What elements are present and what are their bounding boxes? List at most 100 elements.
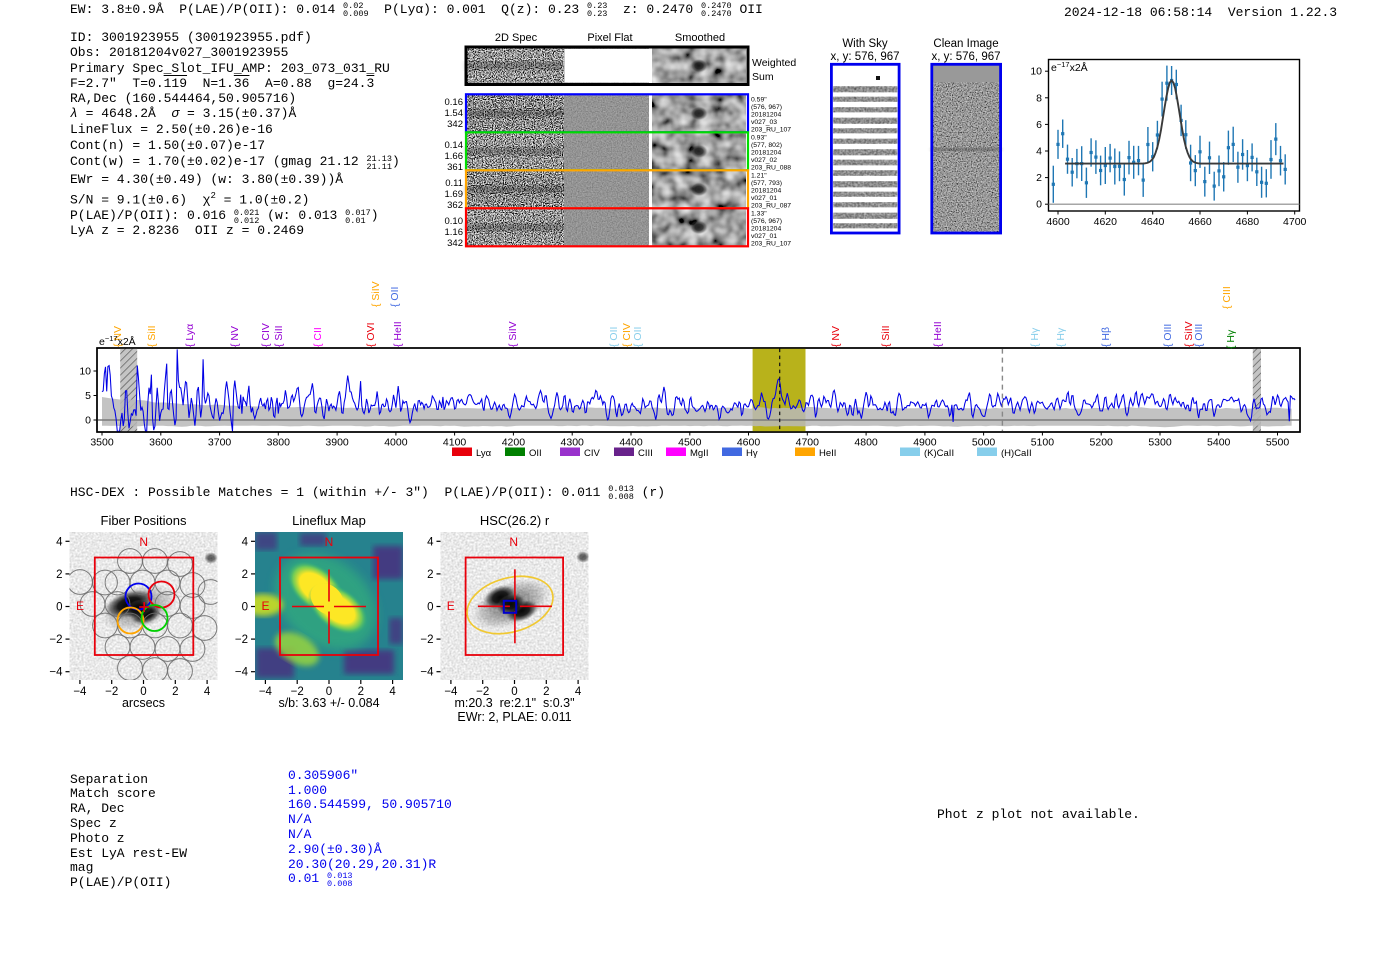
svg-text:4660: 4660 xyxy=(1188,216,1212,228)
svg-text:5: 5 xyxy=(85,390,91,402)
svg-text:{ HeII: { HeII xyxy=(392,321,404,347)
svg-text:4640: 4640 xyxy=(1141,216,1165,228)
svg-text:Pixel Flat: Pixel Flat xyxy=(587,32,632,44)
svg-text:1.54: 1.54 xyxy=(445,108,464,119)
svg-text:(H)CaII: (H)CaII xyxy=(1001,448,1032,459)
svg-text:OII: OII xyxy=(529,448,542,459)
svg-text:v027_01: v027_01 xyxy=(751,195,777,202)
svg-text:4200: 4200 xyxy=(502,437,526,449)
svg-text:4400: 4400 xyxy=(619,437,643,449)
svg-text:0: 0 xyxy=(242,602,248,614)
svg-text:{ NV: { NV xyxy=(830,326,842,347)
svg-text:342: 342 xyxy=(447,238,463,249)
svg-text:1.69: 1.69 xyxy=(445,189,464,200)
svg-text:−4: −4 xyxy=(49,667,63,679)
svg-text:4: 4 xyxy=(204,686,211,698)
svg-text:4500: 4500 xyxy=(678,437,702,449)
svg-text:5000: 5000 xyxy=(972,437,996,449)
svg-text:20181204: 20181204 xyxy=(751,150,781,157)
svg-text:With Sky: With Sky xyxy=(842,38,888,50)
svg-text:Weighted: Weighted xyxy=(752,57,796,69)
svg-text:−4: −4 xyxy=(259,686,273,698)
svg-text:8: 8 xyxy=(1036,92,1042,104)
svg-text:5500: 5500 xyxy=(1266,437,1290,449)
svg-text:{ NV: { NV xyxy=(229,326,241,347)
svg-text:0.10: 0.10 xyxy=(445,216,464,227)
svg-text:(577, 802): (577, 802) xyxy=(751,142,782,149)
svg-text:−4: −4 xyxy=(420,667,434,679)
svg-text:{ OIII: { OIII xyxy=(1162,324,1174,347)
svg-text:{ OII: { OII xyxy=(389,287,401,307)
svg-text:v027_03: v027_03 xyxy=(751,119,777,126)
svg-text:4800: 4800 xyxy=(854,437,878,449)
svg-text:{ SiII: { SiII xyxy=(880,325,892,347)
svg-text:2: 2 xyxy=(56,569,62,581)
svg-text:Fiber Positions: Fiber Positions xyxy=(101,513,187,528)
svg-text:0.11: 0.11 xyxy=(445,178,463,189)
svg-text:361: 361 xyxy=(447,162,463,173)
svg-text:20181204: 20181204 xyxy=(751,112,781,119)
svg-text:E: E xyxy=(261,599,269,613)
svg-text:2: 2 xyxy=(172,686,178,698)
svg-text:3500: 3500 xyxy=(90,437,114,449)
svg-text:20181204: 20181204 xyxy=(751,188,781,195)
svg-text:Clean Image: Clean Image xyxy=(933,38,998,50)
svg-text:10: 10 xyxy=(1030,66,1042,78)
svg-text:4100: 4100 xyxy=(443,437,467,449)
svg-text:5200: 5200 xyxy=(1090,437,1114,449)
svg-text:{ CIII: { CIII xyxy=(1221,286,1233,309)
svg-text:1.21": 1.21" xyxy=(751,172,767,179)
svg-text:2D Spec: 2D Spec xyxy=(495,32,538,44)
svg-text:4900: 4900 xyxy=(913,437,937,449)
svg-text:{ SiII: { SiII xyxy=(146,325,158,347)
svg-text:(577, 793): (577, 793) xyxy=(751,180,782,187)
svg-text:4300: 4300 xyxy=(561,437,585,449)
svg-text:−2: −2 xyxy=(235,634,248,646)
svg-text:10: 10 xyxy=(79,366,91,378)
svg-text:203_RU_087: 203_RU_087 xyxy=(751,203,791,210)
svg-text:1.66: 1.66 xyxy=(445,151,464,162)
svg-text:6: 6 xyxy=(1036,119,1042,131)
svg-text:4: 4 xyxy=(389,686,396,698)
svg-text:203_RU_107: 203_RU_107 xyxy=(751,127,791,134)
svg-text:E: E xyxy=(76,599,84,613)
svg-text:4: 4 xyxy=(575,686,582,698)
svg-text:4: 4 xyxy=(242,536,249,548)
svg-text:1.33": 1.33" xyxy=(751,210,767,217)
svg-text:arcsecs: arcsecs xyxy=(122,696,165,710)
svg-text:4: 4 xyxy=(1036,146,1042,158)
svg-text:N: N xyxy=(139,535,148,549)
svg-text:−2: −2 xyxy=(105,686,118,698)
svg-text:0: 0 xyxy=(1036,199,1042,211)
svg-text:{ OII: { OII xyxy=(608,327,620,347)
svg-text:Lineflux Map: Lineflux Map xyxy=(292,513,366,528)
svg-text:20181204: 20181204 xyxy=(751,226,781,233)
svg-text:e−17x2Å: e−17x2Å xyxy=(99,334,136,348)
svg-text:N: N xyxy=(325,535,334,549)
svg-text:4620: 4620 xyxy=(1094,216,1118,228)
svg-text:EWr: 2, PLAE: 0.011: EWr: 2, PLAE: 0.011 xyxy=(457,710,571,724)
svg-text:{ CIV: { CIV xyxy=(260,323,272,347)
svg-text:0.93": 0.93" xyxy=(751,134,767,141)
svg-text:−2: −2 xyxy=(49,634,62,646)
svg-text:Lyα: Lyα xyxy=(476,448,492,459)
svg-text:5300: 5300 xyxy=(1148,437,1172,449)
svg-text:{ CII: { CII xyxy=(312,327,324,347)
svg-text:Smoothed: Smoothed xyxy=(675,32,725,44)
svg-text:4700: 4700 xyxy=(796,437,820,449)
svg-text:342: 342 xyxy=(447,119,463,130)
svg-text:−4: −4 xyxy=(73,686,87,698)
svg-text:0.59": 0.59" xyxy=(751,96,767,103)
svg-text:{ Hβ: { Hβ xyxy=(1100,327,1112,347)
svg-text:m:20.3 re:2.1" s:0.3": m:20.3 re:2.1" s:0.3" xyxy=(454,696,574,710)
svg-text:N: N xyxy=(509,535,518,549)
svg-text:{ Hγ: { Hγ xyxy=(1029,327,1041,347)
svg-text:s/b: 3.63 +/- 0.084: s/b: 3.63 +/- 0.084 xyxy=(278,696,379,710)
svg-text:0.14: 0.14 xyxy=(445,140,464,151)
svg-text:2: 2 xyxy=(427,569,433,581)
svg-text:−2: −2 xyxy=(420,634,433,646)
svg-text:4: 4 xyxy=(427,536,434,548)
svg-text:{ OIII: { OIII xyxy=(1193,324,1205,347)
svg-text:(K)CaII: (K)CaII xyxy=(924,448,954,459)
svg-text:Hγ: Hγ xyxy=(746,448,758,459)
